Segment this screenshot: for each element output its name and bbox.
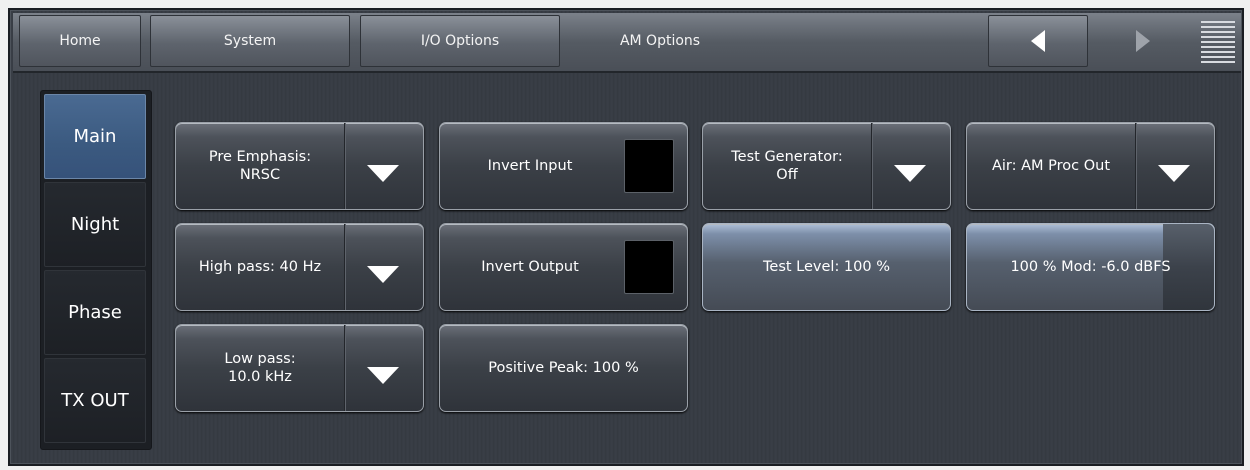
side-tab-night[interactable]: Night [44, 182, 146, 267]
dropdown-arrow-icon [1158, 165, 1190, 182]
top-nav-bar: Home System I/O Options AM Options [13, 13, 1241, 73]
positive-peak-label: Positive Peak: 100 % [488, 360, 639, 376]
invert-output-toggle[interactable]: Invert Output [439, 223, 688, 311]
divider [344, 325, 345, 411]
app-window: Home System I/O Options AM Options Main … [8, 8, 1244, 466]
menu-icon[interactable] [1201, 21, 1235, 63]
divider [344, 224, 345, 310]
mod-100-slider[interactable]: 100 % Mod: -6.0 dBFS [966, 223, 1215, 311]
invert-input-indicator [624, 139, 674, 193]
invert-output-label: Invert Output [481, 259, 579, 275]
side-tab-main[interactable]: Main [44, 94, 146, 179]
side-tab-panel: Main Night Phase TX OUT [40, 90, 152, 450]
air-output-label: Air: AM Proc Out [991, 158, 1111, 174]
test-level-label: Test Level: 100 % [763, 259, 890, 275]
tab-io-options[interactable]: I/O Options [360, 15, 560, 67]
invert-output-indicator [624, 240, 674, 294]
test-generator-label: Test Generator: Off [731, 149, 843, 183]
side-tab-tx-out[interactable]: TX OUT [44, 358, 146, 443]
dropdown-arrow-icon [367, 165, 399, 182]
invert-input-label: Invert Input [487, 158, 573, 174]
divider [1135, 123, 1136, 209]
tab-system[interactable]: System [150, 15, 350, 67]
test-level-slider[interactable]: Test Level: 100 % [702, 223, 951, 311]
mod-100-label: 100 % Mod: -6.0 dBFS [1010, 259, 1171, 275]
test-generator-dropdown[interactable]: Test Generator: Off [702, 122, 951, 210]
pre-emphasis-dropdown[interactable]: Pre Emphasis: NRSC [175, 122, 424, 210]
pre-emphasis-label: Pre Emphasis: NRSC [208, 149, 312, 183]
side-tab-phase[interactable]: Phase [44, 270, 146, 355]
high-pass-label: High pass: 40 Hz [198, 259, 322, 275]
positive-peak-control[interactable]: Positive Peak: 100 % [439, 324, 688, 412]
divider [871, 123, 872, 209]
dropdown-arrow-icon [367, 367, 399, 384]
next-page-button[interactable] [1093, 15, 1193, 67]
dropdown-arrow-icon [894, 165, 926, 182]
divider [344, 123, 345, 209]
invert-input-toggle[interactable]: Invert Input [439, 122, 688, 210]
dropdown-arrow-icon [367, 266, 399, 283]
arrow-right-icon [1136, 30, 1150, 52]
low-pass-dropdown[interactable]: Low pass: 10.0 kHz [175, 324, 424, 412]
tab-am-options[interactable]: AM Options [570, 15, 750, 67]
low-pass-label: Low pass: 10.0 kHz [224, 351, 296, 385]
tab-home[interactable]: Home [19, 15, 141, 67]
high-pass-dropdown[interactable]: High pass: 40 Hz [175, 223, 424, 311]
arrow-left-icon [1031, 30, 1045, 52]
previous-page-button[interactable] [988, 15, 1088, 67]
air-output-dropdown[interactable]: Air: AM Proc Out [966, 122, 1215, 210]
